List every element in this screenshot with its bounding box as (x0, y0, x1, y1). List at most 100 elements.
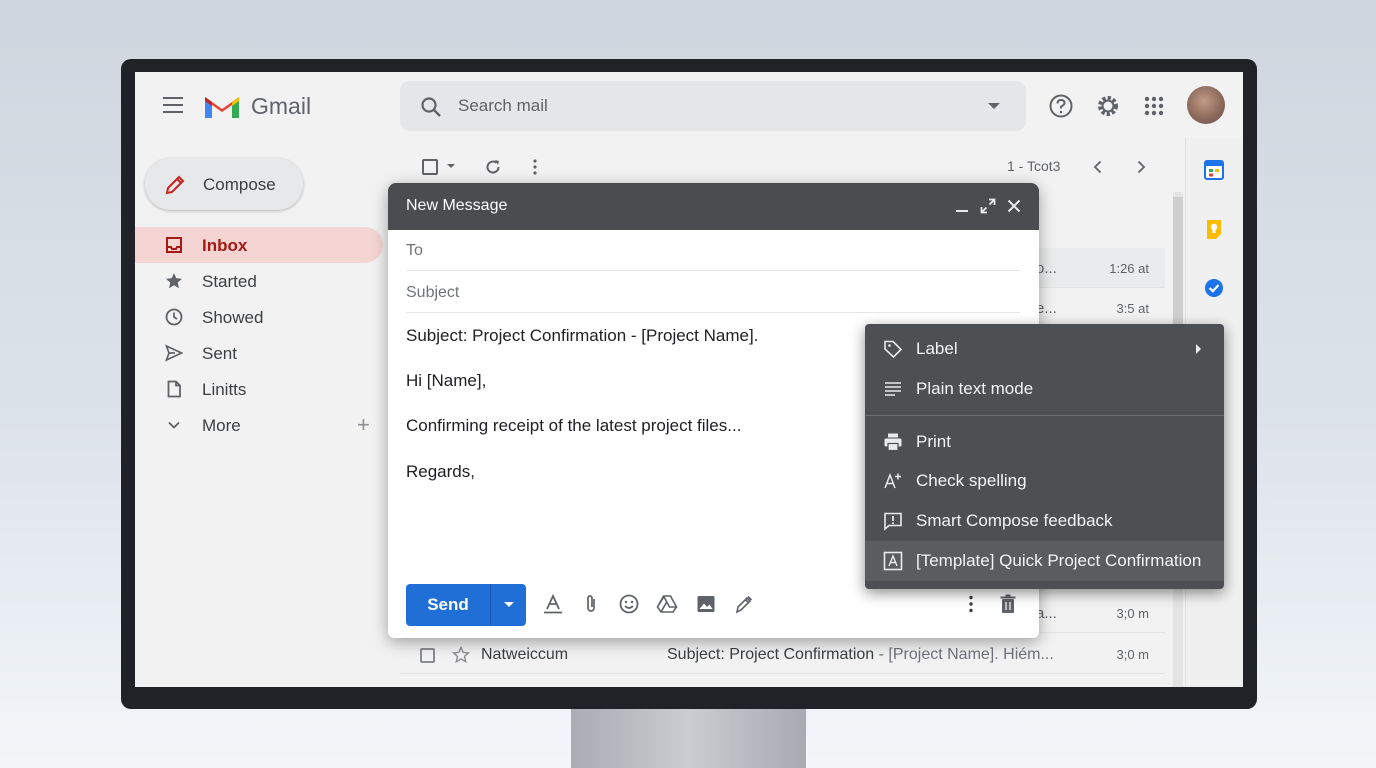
main-menu-icon[interactable] (163, 97, 183, 113)
tasks-icon[interactable] (1203, 277, 1225, 299)
monitor-stand (571, 706, 806, 768)
body-line[interactable]: Regards, (406, 462, 475, 482)
mail-row[interactable]: Natweiccum Subject: Project Confirmation… (400, 634, 1165, 674)
print-icon (884, 433, 902, 452)
search-bar[interactable] (400, 81, 1026, 131)
row-time: 3:5 at (1116, 301, 1149, 316)
compose-header[interactable]: New Message (388, 183, 1039, 230)
nav-item-linitts[interactable]: Linitts (135, 371, 383, 407)
signature-pen-icon[interactable] (733, 593, 755, 615)
subject-field[interactable] (406, 272, 1020, 313)
calendar-icon[interactable] (1203, 159, 1225, 181)
compose-button[interactable]: Compose (145, 158, 303, 210)
select-options-icon[interactable] (447, 164, 455, 168)
menu-item-smart-compose-feedback[interactable]: Smart Compose feedback (865, 501, 1224, 541)
menu-item-label[interactable]: Label (865, 329, 1224, 369)
row-snippet: e... (1036, 300, 1057, 317)
close-icon[interactable] (1005, 197, 1023, 215)
nav-item-sent[interactable]: Sent (135, 335, 383, 371)
drive-icon[interactable] (656, 593, 678, 615)
menu-item-template-quick-project-confirmation[interactable]: [Template] Quick Project Confirmation (865, 541, 1224, 581)
pencil-icon (165, 175, 185, 195)
menu-item-check-spelling[interactable]: Check spelling (865, 461, 1224, 501)
minimize-icon[interactable] (953, 197, 971, 215)
next-page-icon[interactable] (1132, 158, 1150, 176)
gmail-brand: Gmail (251, 93, 312, 119)
feedback-icon (884, 512, 902, 531)
schedule-send-dropdown[interactable] (490, 584, 526, 626)
menu-item-text: Check spelling (916, 471, 1027, 490)
row-snippet: o... (1036, 260, 1057, 277)
submenu-arrow-icon (1196, 344, 1201, 354)
attach-file-icon[interactable] (580, 593, 602, 615)
discard-draft-icon[interactable] (997, 593, 1019, 615)
prev-page-icon[interactable] (1089, 158, 1107, 176)
label-icon (884, 340, 903, 359)
add-label-icon[interactable]: + (357, 414, 370, 436)
search-icon[interactable] (420, 96, 442, 118)
menu-item-text: [Template] Quick Project Confirmation (916, 551, 1202, 570)
send-icon (165, 344, 183, 362)
compose-title: New Message (406, 197, 508, 214)
send-button-group: Send (406, 584, 526, 626)
account-avatar[interactable] (1187, 86, 1225, 124)
nav-label: Started (202, 272, 257, 291)
insert-photo-icon[interactable] (695, 593, 717, 615)
nav-label: Inbox (202, 236, 248, 255)
menu-item-text: Print (916, 432, 951, 451)
top-bar: Gmail (135, 72, 1243, 138)
send-button[interactable]: Send (406, 584, 490, 626)
menu-item-text: Smart Compose feedback (916, 511, 1113, 530)
select-all-checkbox[interactable] (422, 159, 438, 175)
to-input[interactable] (406, 240, 1006, 262)
search-options-icon[interactable] (988, 103, 1000, 109)
nav-label: More (202, 416, 241, 435)
row-sender: Natweiccum (481, 646, 569, 663)
row-snippet: - [Project Name]. Hiém... (878, 646, 1054, 663)
body-line[interactable]: Confirming receipt of the latest project… (406, 416, 741, 436)
body-line[interactable]: Subject: Project Confirmation - [Project… (406, 326, 758, 346)
row-checkbox[interactable] (420, 648, 435, 663)
search-input[interactable] (458, 93, 938, 119)
star-icon (166, 273, 182, 289)
row-time: 3;0 m (1116, 606, 1149, 621)
emoji-icon[interactable] (618, 593, 640, 615)
star-icon[interactable] (452, 646, 470, 664)
row-time: 1:26 at (1109, 261, 1149, 276)
spellcheck-icon (884, 472, 901, 489)
subject-input[interactable] (406, 282, 1006, 304)
help-icon[interactable] (1048, 93, 1074, 119)
more-options-menu: Label Plain text mode Print Check spelli… (865, 324, 1224, 589)
menu-item-print[interactable]: Print (865, 422, 1224, 462)
keep-icon[interactable] (1203, 218, 1225, 240)
body-line[interactable]: Hi [Name], (406, 371, 486, 391)
menu-item-text: Label (916, 339, 958, 358)
menu-divider (865, 415, 1224, 416)
row-subject-text: Subject: Project Confirmation (667, 646, 875, 663)
inbox-icon (166, 237, 182, 253)
gmail-logo-icon[interactable] (203, 92, 241, 125)
settings-gear-icon[interactable] (1095, 93, 1121, 119)
nav-item-showed[interactable]: Showed (135, 299, 383, 335)
nav-label: Linitts (202, 380, 247, 399)
nav-label: Sent (202, 344, 237, 363)
gmail-screen: Gmail Search mail Compose Inbox Started … (135, 72, 1243, 687)
chevron-down-icon (168, 421, 180, 429)
pagination-count: 1 - Tcot3 (1007, 158, 1061, 174)
to-field[interactable] (406, 230, 1020, 271)
apps-grid-icon[interactable] (1141, 93, 1167, 119)
fullscreen-icon[interactable] (979, 197, 997, 215)
template-icon (883, 551, 903, 571)
refresh-icon[interactable] (484, 158, 502, 176)
plain-text-icon (885, 382, 901, 396)
menu-item-plain-text-mode[interactable]: Plain text mode (865, 369, 1224, 409)
menu-item-text: Plain text mode (916, 379, 1034, 398)
compose-label: Compose (203, 175, 276, 194)
more-vert-icon[interactable] (526, 158, 544, 176)
nav-item-started[interactable]: Started (135, 263, 383, 299)
nav-item-inbox[interactable]: Inbox (135, 227, 383, 263)
nav-label: Showed (202, 308, 264, 327)
formatting-options-icon[interactable] (542, 593, 564, 615)
more-options-icon[interactable] (960, 593, 982, 615)
nav-item-more[interactable]: More (135, 407, 383, 443)
